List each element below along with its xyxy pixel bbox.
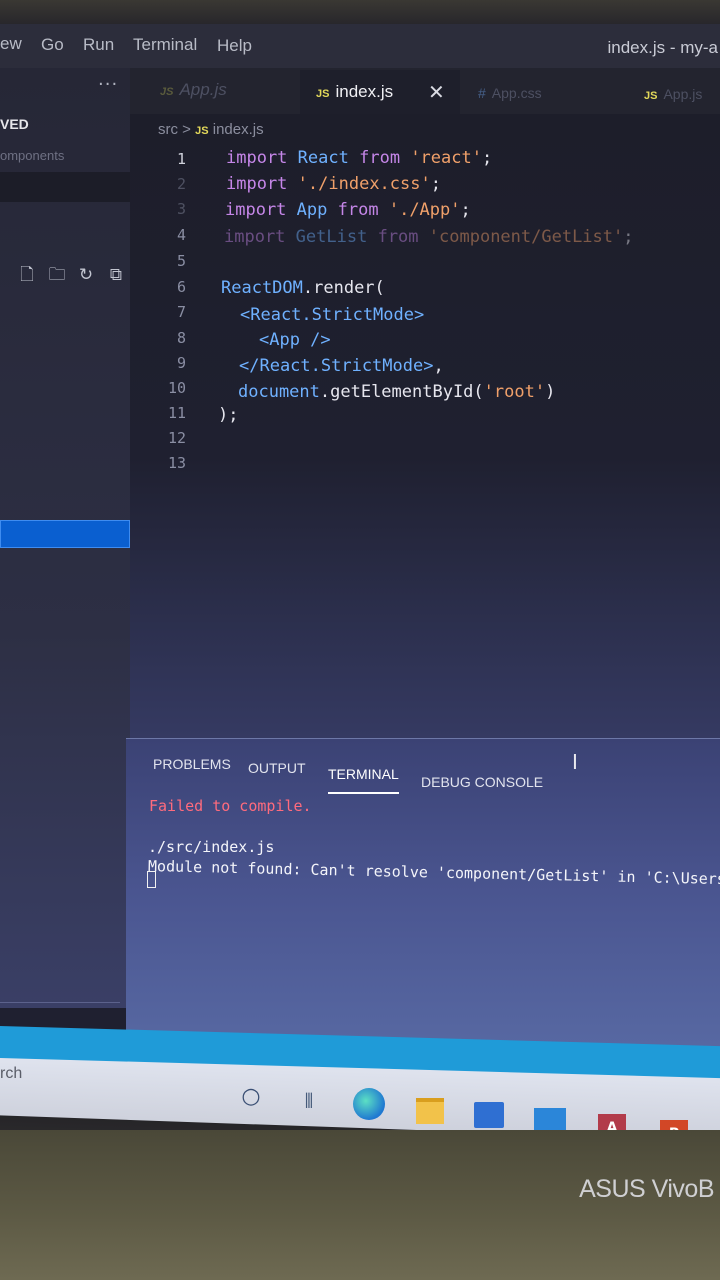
window-title: index.js - my-a: [607, 38, 718, 57]
sidebar-divider: [0, 1002, 120, 1003]
task-view-icon[interactable]: ⫴: [294, 1086, 324, 1116]
breadcrumb-separator: >: [182, 121, 191, 138]
close-tab-icon[interactable]: ✕: [428, 80, 445, 104]
line-number: 5: [176, 252, 186, 270]
menu-help[interactable]: Help: [217, 36, 252, 56]
text-cursor-icon: I: [572, 750, 578, 774]
desk-surface: [0, 1130, 720, 1280]
breadcrumb-folder[interactable]: src: [158, 121, 178, 138]
taskbar-search[interactable]: rch: [0, 1065, 22, 1083]
line-number: 6: [176, 278, 186, 296]
code-line[interactable]: import App from './App';: [225, 200, 471, 220]
explorer-folder-item[interactable]: omponents: [0, 148, 64, 163]
tab-app-js[interactable]: JS App.js: [160, 80, 227, 100]
code-line[interactable]: document.getElementById('root'): [238, 382, 555, 402]
tab-terminal[interactable]: TERMINAL: [328, 766, 399, 794]
code-line[interactable]: import GetList from 'component/GetList';: [224, 227, 634, 247]
line-number: 10: [167, 379, 186, 397]
breadcrumb: src > JS index.js: [158, 121, 264, 138]
file-explorer-icon[interactable]: [416, 1098, 444, 1124]
breadcrumb-file[interactable]: index.js: [213, 121, 264, 138]
new-folder-icon[interactable]: 🗀: [46, 264, 68, 286]
code-line[interactable]: import React from 'react';: [226, 148, 492, 168]
tab-debug-console[interactable]: DEBUG CONSOLE: [421, 774, 543, 790]
refresh-icon[interactable]: ↻: [75, 264, 97, 286]
line-number: 11: [167, 404, 186, 422]
line-number: 3: [176, 200, 186, 218]
line-number: 9: [176, 354, 186, 372]
menu-run[interactable]: Run: [83, 35, 114, 55]
explorer-selected-item[interactable]: [0, 520, 130, 548]
line-number: 12: [167, 429, 186, 447]
code-line[interactable]: import './index.css';: [226, 174, 441, 194]
terminal-cursor[interactable]: [147, 871, 156, 888]
line-number: 4: [176, 226, 186, 244]
more-actions-icon[interactable]: ···: [98, 74, 118, 95]
line-number: 8: [176, 329, 186, 347]
js-file-icon: JS: [644, 90, 658, 102]
line-number: 13: [167, 454, 186, 472]
tab-index-js[interactable]: JS index.js: [316, 82, 393, 102]
tab-app-css[interactable]: # App.css: [478, 85, 542, 101]
menu-terminal[interactable]: Terminal: [133, 35, 197, 55]
compile-error-title: Failed to compile.: [149, 797, 312, 815]
explorer-row-highlight: [0, 172, 136, 202]
js-file-icon: JS: [160, 86, 174, 98]
terminal-error-file: ./src/index.js: [148, 838, 275, 856]
explorer-section-header[interactable]: VED: [0, 116, 29, 132]
tab-output[interactable]: OUTPUT: [248, 760, 306, 776]
menu-view[interactable]: ew: [0, 34, 22, 54]
tab-problems[interactable]: PROBLEMS: [153, 756, 231, 772]
code-line[interactable]: ReactDOM.render(: [221, 278, 385, 298]
collapse-all-icon[interactable]: ⧉: [105, 264, 127, 286]
code-line[interactable]: </React.StrictMode>,: [239, 356, 444, 376]
code-line[interactable]: <App />: [259, 330, 331, 350]
menu-go[interactable]: Go: [41, 35, 64, 55]
code-line[interactable]: <React.StrictMode>: [240, 305, 424, 325]
css-file-icon: #: [478, 85, 486, 101]
mail-icon[interactable]: [534, 1108, 566, 1132]
cortana-icon[interactable]: ○: [236, 1082, 266, 1112]
line-number: 1: [176, 150, 186, 168]
store-icon[interactable]: [474, 1102, 504, 1128]
laptop-brand-logo: ASUS VivoB: [579, 1175, 714, 1203]
tab-app-js-2[interactable]: JS App.js: [644, 86, 702, 102]
js-file-icon: JS: [316, 88, 330, 100]
edge-icon[interactable]: [353, 1088, 385, 1120]
js-file-icon: JS: [195, 125, 209, 137]
line-number: 7: [176, 303, 186, 321]
code-line[interactable]: );: [218, 405, 238, 425]
line-number: 2: [176, 175, 186, 193]
new-file-icon[interactable]: 🗋: [16, 264, 38, 286]
